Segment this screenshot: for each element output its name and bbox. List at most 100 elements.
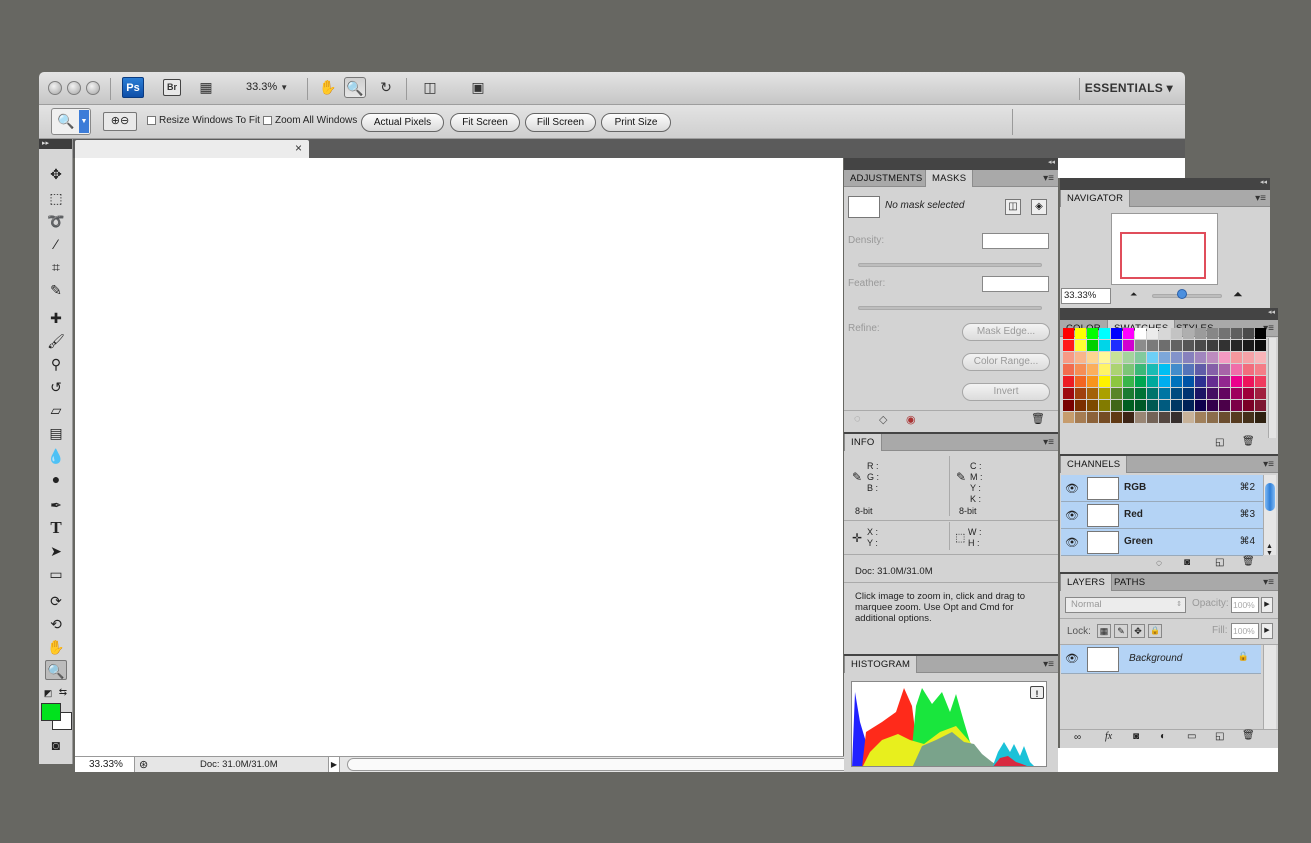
color-swatch[interactable] xyxy=(1255,364,1266,375)
color-swatch[interactable] xyxy=(1159,328,1170,339)
gradient-tool[interactable]: ▤ xyxy=(45,423,67,443)
zoom-in-out-toggle[interactable]: ⊕⊖ xyxy=(103,112,137,131)
apply-mask-icon[interactable]: ◇ xyxy=(879,413,887,426)
color-swatch[interactable] xyxy=(1099,340,1110,351)
color-swatch[interactable] xyxy=(1231,340,1242,351)
tab-navigator[interactable]: NAVIGATOR xyxy=(1060,190,1131,207)
color-swatch[interactable] xyxy=(1063,412,1074,423)
color-swatch[interactable] xyxy=(1183,412,1194,423)
foreground-color-swatch[interactable] xyxy=(41,703,61,721)
color-swatch[interactable] xyxy=(1171,364,1182,375)
color-swatch[interactable] xyxy=(1111,352,1122,363)
color-swatch[interactable] xyxy=(1219,412,1230,423)
pen-tool[interactable]: ✒ xyxy=(45,495,67,515)
color-swatch[interactable] xyxy=(1231,328,1242,339)
color-swatch[interactable] xyxy=(1255,340,1266,351)
rotate-view-button[interactable]: ↻ xyxy=(375,77,397,98)
color-swatch[interactable] xyxy=(1075,364,1086,375)
channel-row-rgb[interactable]: 👁 RGB ⌘2 xyxy=(1061,475,1263,502)
color-swatch[interactable] xyxy=(1123,364,1134,375)
document-tab[interactable]: × xyxy=(75,140,309,158)
color-swatch[interactable] xyxy=(1135,376,1146,387)
color-swatch[interactable] xyxy=(1159,352,1170,363)
eye-icon[interactable]: 👁 xyxy=(1065,509,1079,522)
color-swatch[interactable] xyxy=(1159,400,1170,411)
color-swatch[interactable] xyxy=(1243,340,1254,351)
3d-orbit-tool[interactable]: ⟲ xyxy=(45,614,67,634)
density-slider[interactable] xyxy=(858,263,1042,267)
lock-transparent-button[interactable]: ▦ xyxy=(1097,624,1111,638)
color-swatch[interactable] xyxy=(1135,364,1146,375)
disable-mask-icon[interactable]: ◉ xyxy=(906,413,916,426)
channel-row-red[interactable]: 👁 Red ⌘3 xyxy=(1061,502,1263,529)
color-swatch[interactable] xyxy=(1243,400,1254,411)
tab-masks[interactable]: MASKS xyxy=(925,170,974,187)
color-swatch[interactable] xyxy=(1099,328,1110,339)
color-swatch[interactable] xyxy=(1123,376,1134,387)
color-swatch[interactable] xyxy=(1171,340,1182,351)
eyedropper-cmyk-icon[interactable]: ✎ xyxy=(956,470,966,484)
print-size-button[interactable]: Print Size xyxy=(601,113,671,132)
color-swatch[interactable] xyxy=(1219,328,1230,339)
color-swatch[interactable] xyxy=(1243,388,1254,399)
color-swatch[interactable] xyxy=(1171,352,1182,363)
collapse-icon[interactable]: ◂◂ xyxy=(1268,308,1275,316)
color-swatch[interactable] xyxy=(1087,376,1098,387)
crop-tool[interactable]: ⌗ xyxy=(45,257,67,277)
new-group-icon[interactable]: ▭ xyxy=(1187,731,1196,742)
layer-row-background[interactable]: 👁 Background 🔒 xyxy=(1061,645,1261,674)
color-swatch[interactable] xyxy=(1123,412,1134,423)
trash-icon[interactable]: 🗑 xyxy=(1031,412,1045,425)
color-swatch[interactable] xyxy=(1135,340,1146,351)
eraser-tool[interactable]: ▱ xyxy=(45,400,67,420)
close-window-button[interactable] xyxy=(48,81,62,95)
marquee-tool[interactable]: ⬚ xyxy=(45,188,67,208)
resize-windows-checkbox[interactable] xyxy=(147,116,156,125)
view-extras-button[interactable]: ▦ ▼ xyxy=(195,77,217,117)
color-swatch[interactable] xyxy=(1075,412,1086,423)
color-swatch[interactable] xyxy=(1183,328,1194,339)
color-swatch[interactable] xyxy=(1087,364,1098,375)
color-swatch[interactable] xyxy=(1195,376,1206,387)
color-swatch[interactable] xyxy=(1099,400,1110,411)
navigator-view-box[interactable] xyxy=(1120,232,1206,279)
fill-field[interactable]: 100% xyxy=(1231,623,1259,639)
history-brush-tool[interactable]: ↺ xyxy=(45,377,67,397)
color-swatch[interactable] xyxy=(1183,376,1194,387)
panel-grip[interactable]: ▸▸ xyxy=(39,139,72,149)
hand-tool[interactable]: ✋ xyxy=(45,637,67,657)
lock-all-button[interactable]: 🔒 xyxy=(1148,624,1162,638)
brush-tool[interactable]: 🖌 xyxy=(45,331,67,351)
color-swatch[interactable] xyxy=(1171,388,1182,399)
color-swatch[interactable] xyxy=(1231,400,1242,411)
color-swatch[interactable] xyxy=(1099,388,1110,399)
color-swatch[interactable] xyxy=(1063,364,1074,375)
link-layers-icon[interactable]: ∞ xyxy=(1074,732,1081,743)
color-swatch[interactable] xyxy=(1183,400,1194,411)
color-swatch[interactable] xyxy=(1183,364,1194,375)
add-pixel-mask-button[interactable]: ◫ xyxy=(1005,199,1021,215)
color-swatch[interactable] xyxy=(1135,400,1146,411)
zoom-tool-button[interactable]: 🔍 xyxy=(344,77,366,98)
color-swatch[interactable] xyxy=(1075,340,1086,351)
quick-mask-button[interactable]: ◙ xyxy=(45,735,67,755)
color-swatch[interactable] xyxy=(1159,340,1170,351)
color-swatch[interactable] xyxy=(1123,388,1134,399)
color-swatch[interactable] xyxy=(1159,388,1170,399)
actual-pixels-button[interactable]: Actual Pixels xyxy=(361,113,444,132)
color-swatch[interactable] xyxy=(1195,364,1206,375)
move-tool[interactable]: ✥ xyxy=(45,164,67,184)
color-swatch[interactable] xyxy=(1159,364,1170,375)
zoom-window-button[interactable] xyxy=(86,81,100,95)
tool-preset-picker[interactable]: 🔍 ▼ xyxy=(51,108,91,135)
warning-icon[interactable]: ! xyxy=(1030,686,1044,699)
color-swatch[interactable] xyxy=(1183,388,1194,399)
color-swatch[interactable] xyxy=(1087,340,1098,351)
color-swatch[interactable] xyxy=(1063,328,1074,339)
color-swatch[interactable] xyxy=(1207,352,1218,363)
color-swatch[interactable] xyxy=(1063,340,1074,351)
adjustment-layer-icon[interactable]: ◐ xyxy=(1160,731,1166,742)
fill-screen-button[interactable]: Fill Screen xyxy=(525,113,596,132)
healing-brush-tool[interactable]: ✚ xyxy=(45,308,67,328)
color-swatch[interactable] xyxy=(1087,388,1098,399)
